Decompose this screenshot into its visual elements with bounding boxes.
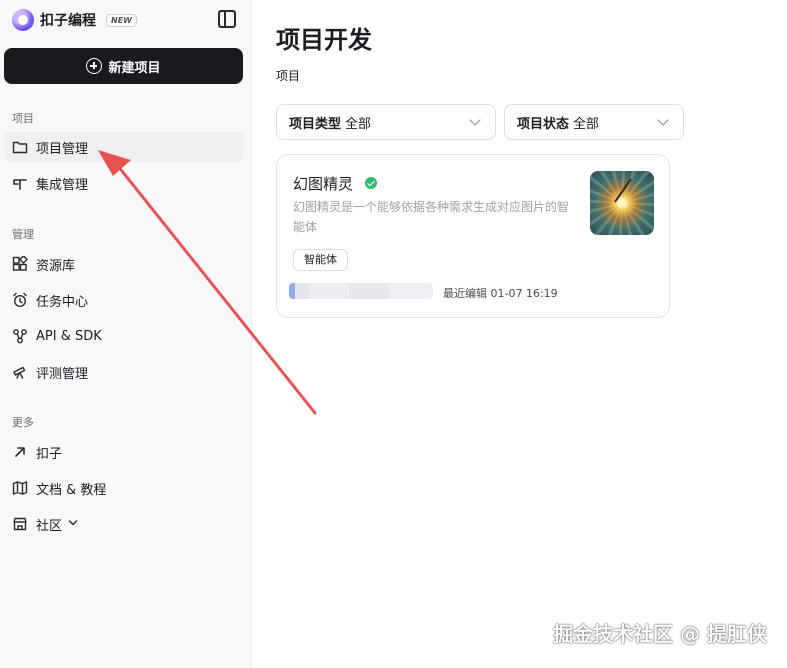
project-status-filter[interactable]: 项目状态 全部 [504,104,684,140]
page-title: 项目开发 [276,26,372,54]
project-thumbnail [590,171,654,235]
section-label-project: 项目 [12,112,34,125]
sidebar-item-label: 社区 [36,518,63,534]
sidebar-item-label: 评测管理 [36,366,89,382]
integration-icon [12,175,28,191]
telescope-icon [12,364,28,380]
brand[interactable]: 扣子编程 NEW [12,8,137,32]
sidebar-toggle-icon[interactable] [218,10,236,28]
library-icon [12,256,28,272]
sidebar-item-label: 资源库 [36,258,76,274]
watermark: 掘金技术社区 @ 提肛侠 [553,622,767,646]
section-label-more: 更多 [12,416,34,429]
sidebar-item-api-sdk[interactable]: API & SDK [4,321,244,351]
last-edited-meta: 最近编辑 01-07 16:19 [443,287,558,300]
filter-label: 项目类型 [289,116,342,132]
filter-value: 全部 [345,116,372,132]
new-project-button[interactable]: 新建项目 [4,48,243,84]
sidebar-item-label: 任务中心 [36,294,89,310]
project-type-filter[interactable]: 项目类型 全部 [276,104,496,140]
page-subtitle: 项目 [276,69,301,83]
project-card-description: 幻图精灵是一个能够依据各种需求生成对应图片的智能体 [293,200,570,234]
sidebar-item-docs[interactable]: 文档 & 教程 [4,473,244,503]
sidebar-item-task-center[interactable]: 任务中心 [4,285,244,315]
sidebar-item-community[interactable]: 社区 [4,509,244,539]
new-badge: NEW [106,13,137,27]
api-icon [12,328,28,344]
brand-name: 扣子编程 [40,13,96,29]
new-project-label: 新建项目 [108,60,161,76]
sidebar: 扣子编程 NEW 新建项目 项目 项目管理 集成管理 管理 资源库 任务中心 A… [0,0,252,668]
plus-circle-icon [86,58,103,74]
filter-label: 项目状态 [517,116,570,132]
project-card-title: 幻图精灵 [293,175,354,193]
sidebar-item-label: 集成管理 [36,177,89,193]
sidebar-item-integration-management[interactable]: 集成管理 [4,168,244,198]
project-type-tag: 智能体 [293,249,348,271]
folder-icon [12,139,28,155]
sidebar-item-label: API & SDK [36,328,102,344]
sidebar-item-library[interactable]: 资源库 [4,249,244,279]
store-icon [12,516,28,532]
project-card[interactable]: 幻图精灵 幻图精灵是一个能够依据各种需求生成对应图片的智能体 智能体 最近编辑 … [276,154,670,318]
sidebar-item-coze[interactable]: 扣子 [4,437,244,467]
alarm-clock-icon [12,292,28,308]
filter-value: 全部 [573,116,600,132]
sidebar-item-project-management[interactable]: 项目管理 [4,132,244,162]
owner-info-blurred [289,283,433,299]
map-icon [12,480,28,496]
arrow-up-right-icon [12,444,28,460]
sidebar-item-label: 扣子 [36,446,63,462]
chevron-down-icon [68,518,78,531]
coze-logo-icon [12,9,34,31]
verified-check-icon [365,177,377,189]
sidebar-item-label: 文档 & 教程 [36,482,107,498]
section-label-manage: 管理 [12,228,34,241]
sidebar-item-label: 项目管理 [36,141,89,157]
chevron-down-icon [469,114,481,126]
chevron-down-icon [657,114,669,126]
sidebar-item-evaluation[interactable]: 评测管理 [4,357,244,387]
main-content: 项目开发 项目 项目类型 全部 项目状态 全部 幻图精灵 幻图精灵是一个能够依据… [252,0,787,668]
